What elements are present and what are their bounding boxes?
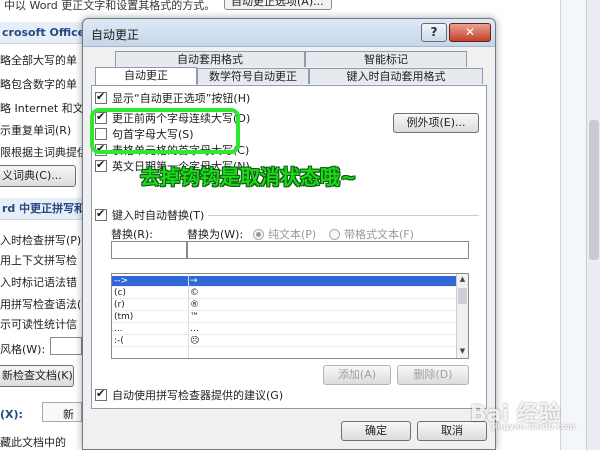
list-scrollbar-thumb[interactable] bbox=[458, 288, 467, 304]
document-select-value: 新 bbox=[63, 408, 74, 421]
tab-autoformat-as-you-type[interactable]: 键入时自动套用格式 bbox=[309, 68, 483, 84]
plain-text-label: 纯文本(P) bbox=[268, 228, 317, 241]
tab-smart-tags[interactable]: 智能标记 bbox=[305, 51, 467, 67]
close-button[interactable]: ✕ bbox=[449, 23, 491, 42]
replace-while-typing-option[interactable]: 键入时自动替换(T) bbox=[95, 207, 209, 223]
dialog-title: 自动更正 bbox=[91, 28, 140, 42]
background-top-text: 中以 Word 更正文字和设置其格式的方式。 bbox=[4, 0, 216, 12]
scroll-up-icon[interactable]: ▲ bbox=[457, 274, 468, 285]
replace-while-typing-label: 键入时自动替换(T) bbox=[112, 209, 205, 222]
scroll-down-icon[interactable]: ▼ bbox=[457, 346, 468, 357]
add-button[interactable]: 添加(A) bbox=[323, 365, 391, 385]
help-button[interactable]: ? bbox=[421, 23, 447, 42]
writing-style-label: 风格(W): bbox=[0, 343, 46, 356]
background-scrollbar-thumb[interactable] bbox=[589, 120, 599, 260]
background-top-strip: 中以 Word 更正文字和设置其格式的方式。 自动更正选项(A)... bbox=[0, 0, 600, 12]
bg-option-4[interactable]: 示重复单词(R) bbox=[0, 122, 71, 138]
replace-input[interactable] bbox=[111, 241, 187, 259]
capitalize-day-names-checkbox[interactable] bbox=[95, 158, 107, 172]
autocorrect-options-button[interactable]: 自动更正选项(A)... bbox=[224, 0, 332, 10]
autocorrect-entries-list[interactable]: --> → (c) © (r) ® (tm) ™ ... … :-( ☹ ▲ ▼ bbox=[111, 273, 469, 359]
plain-text-option[interactable]: 纯文本(P) bbox=[253, 226, 316, 242]
autocorrect-dialog: 自动更正 ? ✕ 自动套用格式 智能标记 自动更正 数学符号自动更正 键入时自动… bbox=[82, 18, 496, 450]
delete-button[interactable]: 删除(D) bbox=[397, 365, 469, 385]
ok-button[interactable]: 确定 bbox=[341, 421, 411, 441]
plain-text-radio[interactable] bbox=[253, 228, 264, 240]
replace-with-input[interactable] bbox=[187, 241, 469, 259]
tab-math-autocorrect[interactable]: 数学符号自动更正 bbox=[197, 68, 309, 84]
list-scrollbar[interactable]: ▲ ▼ bbox=[456, 274, 468, 358]
exceptions-label: (X): bbox=[0, 408, 23, 421]
bg-option-3[interactable]: 略 Internet 和文 bbox=[0, 100, 84, 116]
background-scrollbar[interactable] bbox=[586, 0, 600, 450]
replace-while-typing-checkbox[interactable] bbox=[95, 207, 107, 221]
bg-bottom-line: 藏此文档中的 bbox=[0, 436, 66, 449]
list-item[interactable]: ... … bbox=[112, 324, 464, 335]
spell-suggest-label: 自动使用拼写检查器提供的建议(G) bbox=[112, 389, 284, 402]
tab-autoformat[interactable]: 自动套用格式 bbox=[115, 51, 305, 67]
baidu-watermark: Bai 经验 jingyan.baidu.com bbox=[470, 396, 575, 431]
help-icon: ? bbox=[430, 25, 438, 39]
document-select[interactable]: 新 bbox=[42, 402, 82, 422]
list-item[interactable]: (r) ® bbox=[112, 300, 464, 311]
writing-style-select[interactable] bbox=[50, 337, 82, 355]
replace-with-label: 替换为(W): bbox=[187, 228, 244, 241]
recheck-document-button[interactable]: 新检查文档(K) bbox=[0, 365, 74, 387]
bg-option-5[interactable]: 限根据主词典提供 bbox=[0, 144, 88, 160]
list-item[interactable]: --> → bbox=[112, 276, 464, 287]
bg-option-6[interactable]: 入时检查拼写(P) bbox=[0, 232, 81, 248]
bg-option-2[interactable]: 略包含数字的单 bbox=[0, 76, 77, 92]
show-autocorrect-options-checkbox[interactable] bbox=[95, 90, 107, 104]
bg-option-8[interactable]: 入时标记语法错 bbox=[0, 274, 77, 290]
bg-option-1[interactable]: 略全部大写的单 bbox=[0, 52, 77, 68]
bg-option-7[interactable]: 用上下文拼写检 bbox=[0, 252, 77, 268]
formatted-text-option[interactable]: 带格式文本(F) bbox=[329, 226, 414, 242]
show-autocorrect-options-label: 显示“自动更正选项”按钮(H) bbox=[112, 92, 251, 105]
spell-suggest-option[interactable]: 自动使用拼写检查器提供的建议(G) bbox=[95, 387, 283, 403]
list-item[interactable]: (tm) ™ bbox=[112, 312, 464, 323]
list-item[interactable]: (c) © bbox=[112, 288, 464, 299]
replace-label: 替换(R): bbox=[111, 228, 153, 241]
annotation-text: 去掉钩钩是取消状态哦~ bbox=[140, 165, 357, 189]
list-item[interactable]: :-( ☹ bbox=[112, 336, 464, 347]
list-column-divider bbox=[188, 274, 189, 358]
bg-option-9[interactable]: 用拼写检查语法( bbox=[0, 296, 81, 312]
exceptions-button[interactable]: 例外项(E)... bbox=[393, 113, 479, 133]
spell-suggest-checkbox[interactable] bbox=[95, 387, 107, 401]
custom-dictionary-button[interactable]: 义词典(C)... bbox=[0, 165, 76, 187]
watermark-sub: jingyan.baidu.com bbox=[492, 422, 576, 431]
dialog-titlebar[interactable]: 自动更正 ? ✕ bbox=[83, 19, 495, 47]
formatted-text-radio[interactable] bbox=[329, 228, 340, 240]
show-autocorrect-options-option[interactable]: 显示“自动更正选项”按钮(H) bbox=[95, 90, 250, 106]
highlight-box bbox=[90, 108, 240, 154]
close-icon: ✕ bbox=[464, 25, 476, 39]
tab-autocorrect[interactable]: 自动更正 bbox=[95, 67, 197, 85]
bg-option-10[interactable]: 示可读性统计信 bbox=[0, 316, 77, 332]
formatted-text-label: 带格式文本(F) bbox=[344, 228, 414, 241]
